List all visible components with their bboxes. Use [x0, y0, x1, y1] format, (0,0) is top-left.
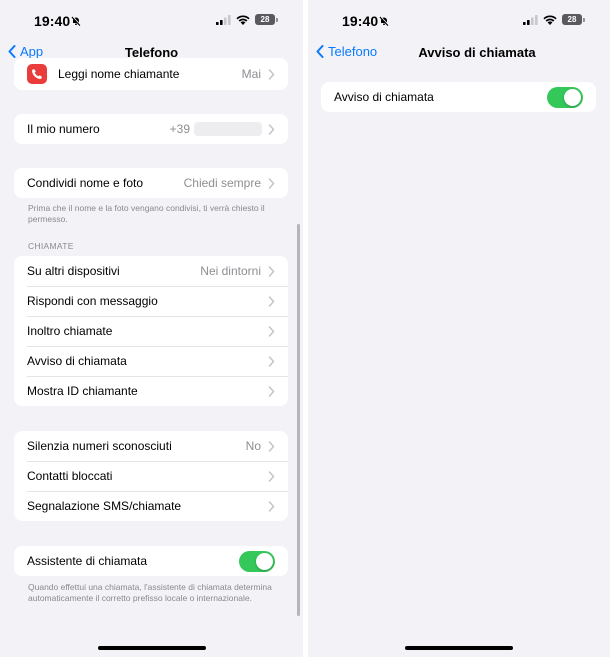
- list-item-label: Rispondi con messaggio: [27, 294, 158, 308]
- cellular-signal-icon: [523, 14, 538, 25]
- list-item-inoltro-chiamate[interactable]: Inoltro chiamate: [14, 316, 288, 346]
- list-item-leggi-nome-chiamante[interactable]: Leggi nome chiamante Mai: [14, 58, 288, 90]
- list-item-rispondi-con-messaggio[interactable]: Rispondi con messaggio: [14, 286, 288, 316]
- list-item-condividi-nome-foto[interactable]: Condividi nome e foto Chiedi sempre: [14, 168, 288, 198]
- calls-group: Su altri dispositivi Nei dintorni Rispon…: [14, 256, 288, 406]
- phone-number-prefix: +39: [169, 122, 190, 136]
- list-item-label: Il mio numero: [27, 122, 100, 136]
- chevron-right-icon: [268, 177, 275, 189]
- silence-group: Silenzia numeri sconosciuti No Contatti …: [14, 431, 288, 521]
- list-item-label: Inoltro chiamate: [27, 324, 113, 338]
- call-waiting-screen: 19:40 28 Telefono Avviso di chiamata Avv…: [308, 0, 610, 657]
- list-item-label: Avviso di chiamata: [334, 90, 434, 104]
- chevron-right-icon: [268, 355, 275, 367]
- home-indicator[interactable]: [405, 646, 513, 650]
- list-item-avviso-di-chiamata[interactable]: Avviso di chiamata: [14, 346, 288, 376]
- chevron-right-icon: [268, 123, 275, 135]
- list-item-label: Segnalazione SMS/chiamate: [27, 499, 182, 513]
- list-item-mostra-id-chiamante[interactable]: Mostra ID chiamante: [14, 376, 288, 406]
- scrollbar[interactable]: [297, 224, 300, 616]
- list-item-label: Mostra ID chiamante: [27, 384, 138, 398]
- section-header-chiamate: CHIAMATE: [28, 241, 74, 251]
- bell-slash-icon: [71, 16, 81, 26]
- phone-settings-screen: 19:40 28 App Telefono Leggi nome chiaman…: [0, 0, 303, 657]
- wifi-icon: [543, 14, 557, 25]
- avviso-di-chiamata-toggle[interactable]: [547, 86, 583, 108]
- list-item-silenzia-numeri-sconosciuti[interactable]: Silenzia numeri sconosciuti No: [14, 431, 288, 461]
- assistente-di-chiamata-toggle[interactable]: [239, 550, 275, 572]
- list-item-value: Chiedi sempre: [183, 176, 261, 190]
- page-title: Avviso di chiamata: [418, 45, 536, 60]
- list-item-value: Nei dintorni: [200, 264, 261, 278]
- share-name-photo-group: Condividi nome e foto Chiedi sempre: [14, 168, 288, 198]
- list-item-label: Su altri dispositivi: [27, 264, 120, 278]
- chevron-right-icon: [268, 470, 275, 482]
- list-item-segnalazione-sms-chiamate[interactable]: Segnalazione SMS/chiamate: [14, 491, 288, 521]
- list-item-label: Leggi nome chiamante: [58, 67, 180, 81]
- call-assistant-footnote: Quando effettui una chiamata, l'assisten…: [28, 582, 272, 603]
- toggle-knob: [564, 88, 581, 106]
- status-time: 19:40: [34, 13, 71, 29]
- battery-icon: 28: [562, 14, 585, 25]
- chevron-right-icon: [268, 68, 275, 80]
- navigation-bar: Telefono Avviso di chiamata: [308, 40, 610, 66]
- call-assistant-group: Assistente di chiamata: [14, 546, 288, 576]
- my-number-group: Il mio numero +39: [14, 114, 288, 144]
- caller-name-group: Leggi nome chiamante Mai: [14, 58, 288, 90]
- list-item-contatti-bloccati[interactable]: Contatti bloccati: [14, 461, 288, 491]
- list-item-value: No: [245, 439, 261, 453]
- list-item-value: Mai: [241, 67, 261, 81]
- toggle-knob: [256, 552, 273, 570]
- list-item-su-altri-dispositivi[interactable]: Su altri dispositivi Nei dintorni: [14, 256, 288, 286]
- list-item-il-mio-numero[interactable]: Il mio numero +39: [14, 114, 288, 144]
- list-item-label: Condividi nome e foto: [27, 176, 144, 190]
- cellular-signal-icon: [216, 14, 231, 25]
- list-item-label: Silenzia numeri sconosciuti: [27, 439, 172, 453]
- call-waiting-group: Avviso di chiamata: [321, 82, 596, 112]
- list-item-label: Contatti bloccati: [27, 469, 113, 483]
- list-item-label: Assistente di chiamata: [27, 554, 148, 568]
- phone-app-icon: [27, 64, 47, 84]
- battery-icon: 28: [255, 14, 278, 25]
- list-item-assistente-di-chiamata: Assistente di chiamata: [14, 546, 288, 576]
- status-time: 19:40: [342, 13, 379, 29]
- redacted-phone-number: [194, 122, 262, 136]
- chevron-right-icon: [268, 265, 275, 277]
- home-indicator[interactable]: [98, 646, 206, 650]
- bell-slash-icon: [379, 16, 389, 26]
- chevron-right-icon: [268, 500, 275, 512]
- status-bar: 19:40 28: [0, 0, 303, 40]
- status-bar: 19:40 28: [308, 0, 610, 40]
- chevron-right-icon: [268, 385, 275, 397]
- chevron-right-icon: [268, 295, 275, 307]
- wifi-icon: [236, 14, 250, 25]
- chevron-right-icon: [268, 440, 275, 452]
- share-footnote: Prima che il nome e la foto vengano cond…: [28, 203, 265, 224]
- chevron-right-icon: [268, 325, 275, 337]
- list-item-avviso-di-chiamata: Avviso di chiamata: [321, 82, 596, 112]
- list-item-label: Avviso di chiamata: [27, 354, 127, 368]
